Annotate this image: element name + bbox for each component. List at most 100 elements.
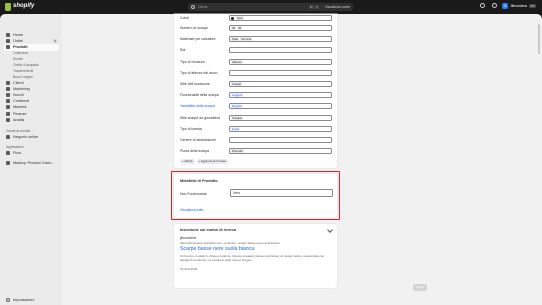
shopify-bag-icon — [5, 2, 11, 11]
metafield-row: Numero di scarpa 39 40 — [180, 25, 332, 31]
seo-url: https://jilmondera.myshopify.com › produ… — [180, 241, 280, 245]
store-menu[interactable]: Ji Jilmondera JIM — [502, 3, 536, 9]
metafields-card: + Altri(4) + Aggiorna per la taxa Colori… — [174, 14, 337, 168]
save-button[interactable]: Salva — [413, 284, 427, 291]
search-bar[interactable]: Cerca ⌘ K Visualizza come — [188, 3, 353, 11]
metafield-chip: Nero — [236, 16, 245, 20]
metafield-label: Stile scarpe da ginnastica — [180, 115, 220, 120]
nav-icon — [6, 117, 10, 122]
metafield-label: Età — [180, 48, 186, 53]
metafield-chip: Rotonda — [231, 149, 244, 154]
sidebar-item-mashup[interactable]: Mashup Product Cater... — [4, 160, 59, 166]
metafield-label: Tipo di tomaia — [180, 126, 202, 131]
nav-icon — [6, 105, 10, 110]
metafield-label: Tipo di chiusura — [180, 59, 205, 64]
visualize-as-label: Visualizza come — [324, 5, 350, 9]
sidebar-item-label: Trasferimenti — [13, 68, 34, 73]
store-avatar: Ji — [502, 3, 508, 9]
metafield-chip: Regolar — [231, 104, 243, 109]
store-badge: JIM — [529, 4, 536, 8]
view-all-link[interactable]: Visualizza tutto — [180, 208, 203, 212]
metafield-chip: Leggero — [231, 93, 244, 98]
logo-text: shopify — [13, 3, 35, 9]
metafield-input[interactable]: Rotonda — [229, 148, 332, 155]
metafield-input[interactable] — [229, 137, 332, 143]
sidebar-item-label: Negozio online — [13, 134, 39, 139]
metafield-row: Genere di destinazione — [180, 137, 332, 143]
metafield-row: Tipo di altezza del tacco — [180, 69, 332, 76]
shortcut-key-k: K — [314, 5, 319, 9]
non-functioning-field[interactable]: Vero — [230, 189, 333, 197]
seo-heading: Scarpe basse nere suola bianca — [180, 246, 255, 252]
seo-store-name: jilmondera — [180, 236, 197, 240]
metafield-input[interactable]: 39 40 — [229, 25, 332, 31]
bell-icon[interactable] — [492, 3, 497, 8]
metafield-chip: 39 — [231, 26, 237, 30]
main-content: + Altri(4) + Aggiorna per la taxa Colori… — [62, 14, 542, 305]
metafield-row: Stile dell'occasione Casual — [180, 81, 332, 87]
sidebar-item-label: Collezioni — [13, 51, 29, 56]
sidebar-item-label: Flow — [13, 151, 22, 156]
sidebar-item-label: Home — [13, 33, 24, 38]
sidebar-item-label: Prodotti — [13, 45, 28, 50]
metafield-label: Numero di scarpa — [180, 26, 208, 30]
sidebar-item-label: Finanze — [13, 111, 27, 116]
metafield-row: Funzionalità della scarpa Leggero — [180, 92, 332, 99]
metafield-input[interactable]: Casual — [229, 81, 332, 87]
metafield-input[interactable] — [229, 47, 332, 54]
metafield-input[interactable]: Allaccio — [229, 58, 332, 65]
settings-link[interactable]: Impostazioni — [6, 298, 34, 302]
metafield-input[interactable]: Pelle Gomma — [229, 36, 332, 43]
sidebar-item-label: Analisi — [13, 117, 25, 122]
sidebar-nav: Home Ordini 4 Prodotti Collezioni Scorte Ordin… — [4, 32, 59, 166]
metafield-chip: Casual — [231, 82, 242, 86]
seo-price: 75,00 € EUR — [180, 267, 198, 271]
metafield-label: Genere di destinazione — [180, 138, 216, 142]
scrollbar[interactable] — [538, 24, 540, 54]
sidebar-item-label: Scorte — [13, 57, 24, 62]
metafield-row: Stile scarpe da ginnastica Sneaker — [180, 114, 332, 121]
metafield-input[interactable]: Nero — [229, 15, 332, 21]
metafield-chip: Gomma — [240, 37, 253, 42]
update-taxonomy-button[interactable]: + Aggiorna per la taxa — [196, 159, 228, 164]
sidebar-item-analisi[interactable]: Analisi — [4, 117, 59, 123]
metafield-label: Punta della scarpa — [180, 149, 209, 154]
metafield-input[interactable]: Sneaker — [229, 114, 332, 121]
metafield-row: Materiale per calzature Pelle Gomma — [180, 36, 332, 43]
shortcut-key-cmd: ⌘ — [308, 5, 314, 9]
store-icon — [6, 134, 10, 139]
metafield-input[interactable] — [229, 69, 332, 76]
sidebar-item-label: Marketing — [13, 86, 30, 91]
non-functioning-label: Non Funzionante — [180, 192, 207, 196]
sidebar-item-label: Ordini — [13, 39, 24, 44]
visualize-as-button[interactable]: Visualizza come — [325, 5, 350, 9]
metafield-row: Colori Nero — [180, 15, 332, 21]
metafield-input[interactable]: Liscio — [229, 125, 332, 132]
sidebar: Home Ordini 4 Prodotti Collezioni Scorte Ordin… — [0, 14, 62, 305]
metafield-label: Materiale per calzature — [180, 37, 216, 42]
sidebar-item-label: Clienti — [13, 80, 24, 85]
sidebar-item-label: Mashup Product Cater... — [13, 161, 54, 166]
shopify-logo[interactable]: shopify — [5, 2, 34, 11]
edit-icon[interactable] — [327, 227, 333, 233]
product-metafields-card: Metafield di Prodotto Non Funzionante Ve… — [174, 174, 337, 218]
color-swatch — [231, 16, 234, 20]
metafield-label: Stile dell'occasione — [180, 82, 210, 86]
metafield-input[interactable]: Leggero — [229, 92, 332, 99]
nav-icon — [6, 93, 10, 98]
metafield-chip: Allaccio — [231, 59, 243, 64]
sidebar-item-online-store[interactable]: Negozio online — [4, 134, 59, 140]
store-icon[interactable] — [480, 3, 485, 8]
search-icon — [191, 5, 195, 9]
metafield-row: Tipo di tomaia Liscio — [180, 125, 332, 132]
sidebar-item-flow[interactable]: Flow — [4, 150, 59, 156]
metafield-chip: Sneaker — [231, 115, 244, 120]
metafield-label: Variabilità della scarpa — [180, 104, 215, 109]
sidebar-item-label: Ordini d'acquisto — [13, 63, 39, 68]
metafield-label: Tipo di altezza del tacco — [180, 70, 218, 75]
show-more-button[interactable]: + Altri(4) — [180, 159, 195, 164]
metafield-chip: Pelle — [231, 37, 240, 42]
app-icon — [6, 161, 10, 166]
flow-icon — [6, 151, 10, 156]
metafield-input[interactable]: Regolar — [229, 103, 332, 110]
